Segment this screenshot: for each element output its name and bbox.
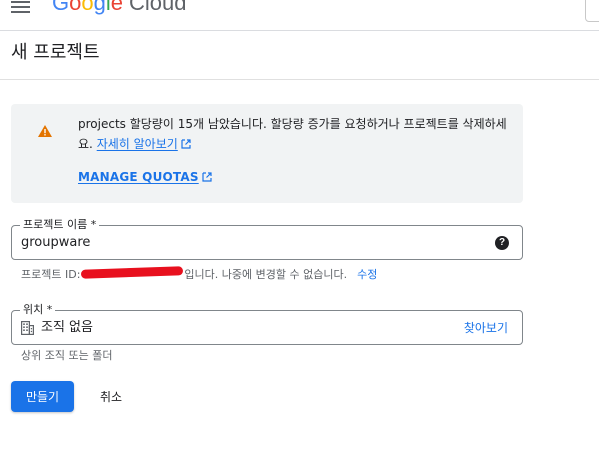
search-box-edge[interactable] xyxy=(585,0,599,22)
top-app-bar: Google Cloud xyxy=(0,0,599,31)
hamburger-menu-icon[interactable] xyxy=(11,0,33,14)
google-cloud-logo[interactable]: Google Cloud xyxy=(52,0,187,16)
help-circle-icon[interactable]: ? xyxy=(495,236,509,250)
project-id-hint: 프로젝트 ID: 입니다. 나중에 변경할 수 없습니다. 수정 xyxy=(21,266,377,282)
logo-letter: e xyxy=(110,0,124,15)
project-name-input[interactable]: groupware xyxy=(21,235,90,251)
logo-letter: o xyxy=(69,0,82,15)
logo-letter: o xyxy=(81,0,94,15)
open-in-new-icon xyxy=(181,139,191,149)
edit-project-id-link[interactable]: 수정 xyxy=(357,268,377,281)
quota-notice-text: projects 할당량이 15개 남았습니다. 할당량 증가를 요청하거나 프… xyxy=(78,114,518,154)
project-id-suffix: 입니다. 나중에 변경할 수 없습니다. xyxy=(184,268,348,281)
redaction-mark xyxy=(81,266,184,279)
quota-notice-banner: projects 할당량이 15개 남았습니다. 할당량 증가를 요청하거나 프… xyxy=(11,104,523,203)
browse-button[interactable]: 찾아보기 xyxy=(464,320,508,336)
project-name-label: 프로젝트 이름 * xyxy=(20,218,100,232)
logo-letter: g xyxy=(93,0,106,15)
cancel-button[interactable]: 취소 xyxy=(86,381,136,412)
open-in-new-icon xyxy=(202,172,212,182)
warning-icon xyxy=(38,125,52,137)
organization-building-icon xyxy=(21,321,34,335)
title-divider xyxy=(0,79,599,80)
learn-more-label: 자세히 알아보기 xyxy=(96,137,178,151)
location-field[interactable]: 위치 * 조직 없음 찾아보기 xyxy=(11,303,523,345)
manage-quotas-link[interactable]: MANAGE QUOTAS xyxy=(78,170,212,184)
create-button[interactable]: 만들기 xyxy=(11,381,74,412)
logo-letter: G xyxy=(52,0,70,15)
learn-more-link[interactable]: 자세히 알아보기 xyxy=(97,137,191,151)
logo-google-text: Google xyxy=(52,0,123,15)
location-value: 조직 없음 xyxy=(41,320,93,335)
project-id-prefix: 프로젝트 ID: xyxy=(21,268,81,281)
location-label: 위치 * xyxy=(20,303,56,317)
page-title: 새 프로젝트 xyxy=(11,42,100,63)
manage-quotas-label: MANAGE QUOTAS xyxy=(78,170,199,184)
location-hint: 상위 조직 또는 폴더 xyxy=(21,349,113,362)
logo-cloud-text: Cloud xyxy=(129,0,187,15)
project-name-field[interactable]: 프로젝트 이름 * groupware ? xyxy=(11,218,523,260)
